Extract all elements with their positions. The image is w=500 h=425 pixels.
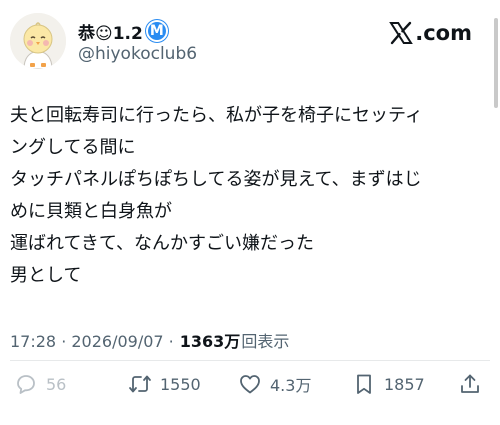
tweet-card: 恭☺1.2 M @hiyokoclub6 .com 夫と回転寿司に行ったら、私が…	[0, 0, 500, 425]
reply-count: 56	[46, 374, 67, 394]
tweet-text: 夫と回転寿司に行ったら、私が子を椅子にセッティ ングしてる間に タッチパネルぽち…	[10, 100, 488, 292]
heart-icon	[240, 375, 260, 394]
timestamp[interactable]: 17:28 · 2026/09/07 ·	[10, 332, 174, 351]
share-icon	[461, 374, 479, 393]
tweet-line: めに貝類と白身魚が	[10, 201, 172, 222]
brand-text: .com	[415, 21, 472, 45]
retweet-icon	[129, 375, 151, 393]
tweet-line: 運ばれてきて、なんかすごい嫌だった	[10, 233, 315, 254]
tweet-line: ングしてる間に	[10, 137, 136, 158]
reply-icon	[17, 375, 35, 394]
brand-logo: .com	[389, 18, 472, 48]
retweet-count: 1550	[160, 374, 201, 394]
tweet-line: タッチパネルぽちぽちしてる姿が見えて、まずはじ	[10, 169, 422, 190]
bookmark-button[interactable]: 1857	[352, 368, 425, 400]
user-handle[interactable]: @hiyokoclub6	[78, 44, 197, 64]
tweet-meta: 17:28 · 2026/09/07 · 1363万 回表示	[10, 328, 289, 352]
like-count: 4.3万	[270, 376, 312, 395]
tweet-line: 男として	[10, 265, 82, 286]
action-bar: 56 1550 4.3万 1857	[0, 368, 500, 400]
verified-badge-icon: M	[145, 20, 168, 42]
bookmark-count: 1857	[384, 374, 425, 394]
retweet-button[interactable]: 1550	[128, 368, 201, 400]
bookmark-icon	[357, 374, 371, 394]
tweet-line: 夫と回転寿司に行ったら、私が子を椅子にセッティ	[10, 105, 423, 126]
divider	[10, 360, 490, 361]
chick-avatar-icon	[10, 13, 66, 69]
share-button[interactable]	[458, 368, 482, 400]
scrollbar[interactable]	[494, 18, 498, 108]
reply-button[interactable]: 56	[14, 368, 66, 400]
views-label: 回表示	[241, 332, 290, 351]
views-count: 1363万	[179, 332, 241, 351]
avatar[interactable]	[10, 13, 66, 69]
x-logo-icon	[389, 21, 414, 45]
display-name-row[interactable]: 恭☺1.2 M	[78, 18, 168, 44]
display-name[interactable]: 恭☺1.2	[78, 19, 143, 44]
like-button[interactable]: 4.3万	[238, 368, 311, 400]
